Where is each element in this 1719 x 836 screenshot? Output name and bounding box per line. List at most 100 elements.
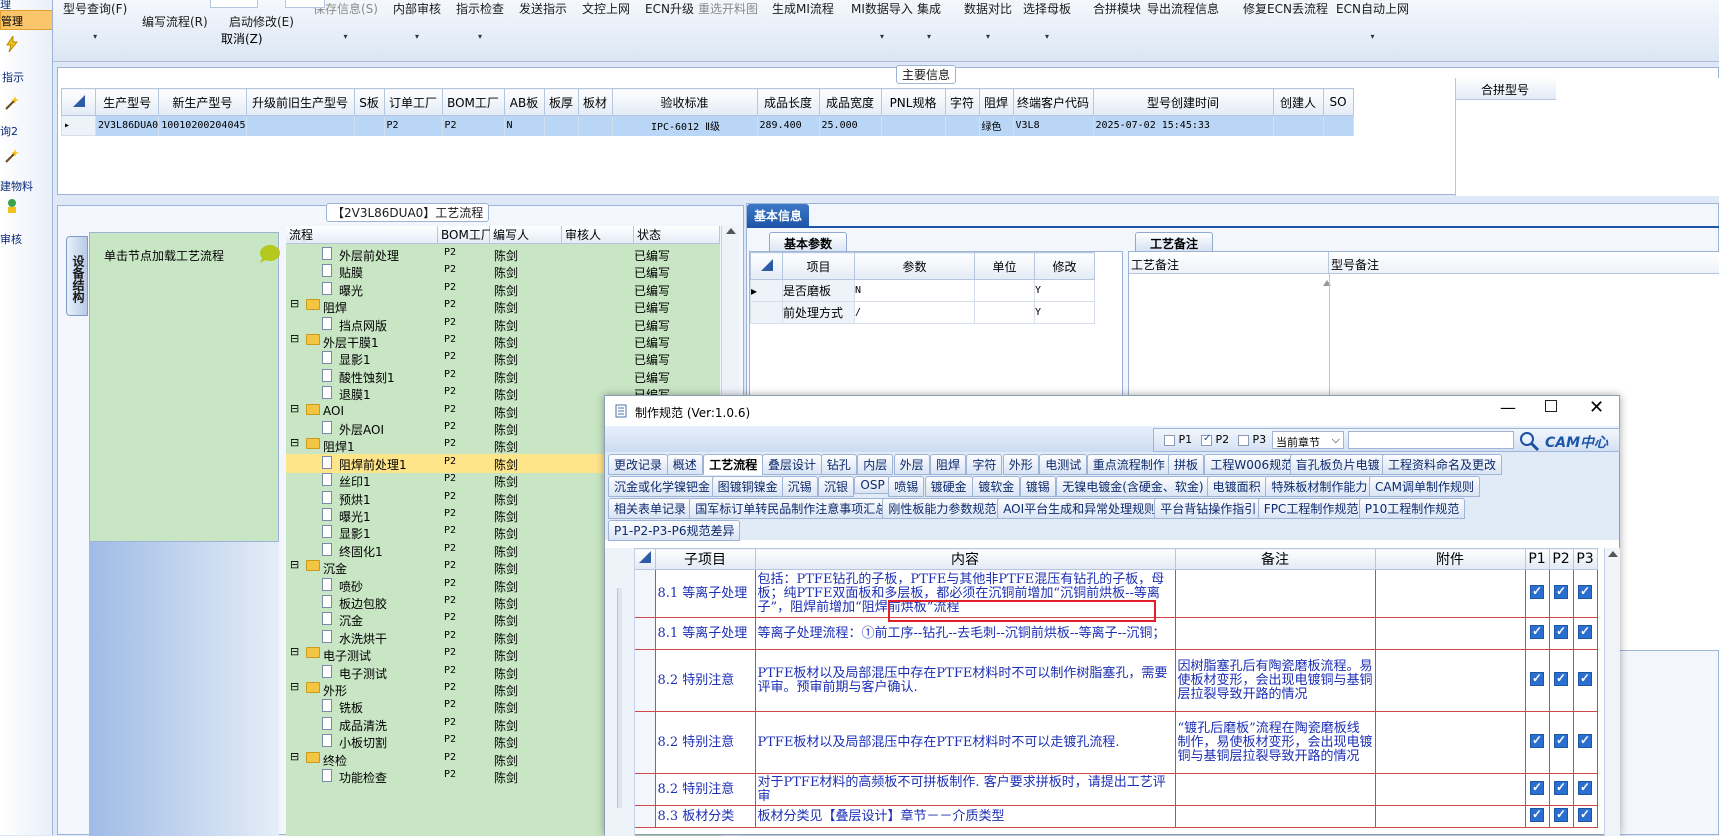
- tree-node[interactable]: ⊟ 外层干膜1 P2 陈剑 已编写: [286, 332, 720, 351]
- spec-row[interactable]: 8.2 特别注意 对于PTFE材料的高频板不可拼板制作. 客户要求拼板时，请提出工…: [635, 773, 1598, 806]
- toolbar-button-9[interactable]: 重选开料图: [698, 0, 758, 17]
- toolbar-button-11[interactable]: MI数据导入 ▾: [851, 0, 913, 41]
- collapse-icon[interactable]: ⊟: [290, 332, 299, 345]
- dropdown-arrow-icon[interactable]: ▾: [851, 32, 913, 41]
- collapse-icon[interactable]: ⊟: [290, 645, 299, 658]
- spec-tab[interactable]: P10工程制作规范: [1358, 498, 1466, 519]
- spec-tab[interactable]: 沉银: [818, 476, 855, 497]
- nav-item-create-material[interactable]: 建物料: [0, 148, 52, 193]
- check-icon[interactable]: [1554, 624, 1568, 639]
- main-cell-2[interactable]: [246, 115, 355, 136]
- check-icon[interactable]: [1578, 584, 1592, 599]
- spec-tab[interactable]: 图镀铜镍金: [711, 476, 784, 497]
- collapse-icon[interactable]: ⊟: [290, 680, 299, 693]
- main-cell-15[interactable]: V3L8: [1013, 115, 1094, 136]
- check-icon[interactable]: [1578, 780, 1592, 795]
- filter-p3[interactable]: P3: [1238, 433, 1266, 446]
- spec-tab[interactable]: 沉金或化学镍钯金: [608, 476, 717, 497]
- main-col-8[interactable]: 板材: [577, 88, 613, 116]
- check-icon[interactable]: [1530, 584, 1544, 599]
- check-icon[interactable]: [1530, 807, 1544, 822]
- spec-row[interactable]: 8.3 板材分类 板材分类见【叠层设计】章节－－介质类型: [635, 805, 1598, 828]
- main-col-7[interactable]: 板厚: [543, 88, 579, 116]
- p1-checkbox[interactable]: [1164, 434, 1175, 446]
- spec-tab[interactable]: P1-P2-P3-P6规范差异: [608, 520, 741, 541]
- main-cell-6[interactable]: N: [504, 115, 545, 136]
- gutter-scroll[interactable]: [617, 588, 622, 808]
- main-col-9[interactable]: 验收标准: [611, 88, 758, 116]
- search-icon[interactable]: [1518, 430, 1540, 452]
- main-cell-17[interactable]: [1273, 115, 1324, 136]
- tree-node[interactable]: ⊟ 阻焊 P2 陈剑 已编写: [286, 297, 720, 316]
- tree-node[interactable]: 贴膜 P2 陈剑 已编写: [286, 262, 720, 281]
- search-input[interactable]: [1348, 431, 1514, 449]
- p2-checkbox[interactable]: [1201, 433, 1212, 446]
- close-icon[interactable]: ✕: [1589, 397, 1604, 418]
- spec-tab[interactable]: AOI平台生成和异常处理规则: [997, 498, 1163, 519]
- main-cell-7[interactable]: [544, 115, 579, 136]
- main-col-3[interactable]: S板: [353, 88, 385, 116]
- check-icon[interactable]: [1554, 733, 1568, 748]
- main-cell-3[interactable]: [354, 115, 385, 136]
- spec-tab[interactable]: 重点流程制作: [1086, 454, 1171, 475]
- spec-tab[interactable]: 字符: [966, 454, 1003, 475]
- spec-tab[interactable]: 拼板: [1168, 454, 1205, 475]
- toolbar-button-8[interactable]: ECN升级: [645, 0, 694, 17]
- check-icon[interactable]: [1578, 671, 1592, 686]
- spec-tab[interactable]: 特殊板材制作能力: [1265, 476, 1374, 497]
- spec-tab[interactable]: 镀软金: [972, 476, 1021, 497]
- nav-item-instruction[interactable]: 指示: [0, 36, 52, 86]
- check-icon[interactable]: [1554, 807, 1568, 822]
- spec-tab[interactable]: 阻焊: [930, 454, 967, 475]
- main-col-14[interactable]: 阻焊: [978, 88, 1014, 116]
- main-col-18[interactable]: SO: [1322, 88, 1354, 116]
- main-col-0[interactable]: 生产型号: [94, 88, 160, 116]
- spec-tab[interactable]: 喷锡: [888, 476, 925, 497]
- spec-tab[interactable]: 工程W006规范: [1204, 454, 1300, 475]
- check-icon[interactable]: [1578, 733, 1592, 748]
- nav-item-query2[interactable]: 询2: [0, 95, 52, 140]
- toolbar-button-17[interactable]: 修复ECN丢流程: [1243, 0, 1328, 17]
- nav-item-audit[interactable]: 审核: [0, 198, 52, 246]
- main-cell-9[interactable]: IPC-6012 Ⅱ级: [612, 115, 758, 136]
- main-col-13[interactable]: 字符: [944, 88, 980, 116]
- main-cell-4[interactable]: P2: [384, 115, 443, 136]
- dropdown-arrow-icon[interactable]: ▾: [1336, 32, 1409, 41]
- spec-cell-attach[interactable]: [1374, 805, 1526, 828]
- dropdown-arrow-icon[interactable]: ▾: [964, 32, 1012, 41]
- toolbar-button-10[interactable]: 生成MI流程: [772, 0, 834, 17]
- spec-cell-attach[interactable]: [1374, 711, 1526, 774]
- spec-tab[interactable]: 相关表单记录: [608, 498, 693, 519]
- nav-item-manage[interactable]: 管理: [0, 10, 52, 30]
- main-col-10[interactable]: 成品长度: [756, 88, 820, 116]
- scroll-up-icon[interactable]: [1607, 551, 1618, 557]
- collapse-icon[interactable]: ⊟: [290, 558, 299, 571]
- collapse-icon[interactable]: ⊟: [290, 436, 299, 449]
- main-col-17[interactable]: 创建人: [1272, 88, 1324, 116]
- main-cell-18[interactable]: [1323, 115, 1354, 136]
- main-cell-14[interactable]: 绿色: [979, 115, 1014, 136]
- check-icon[interactable]: [1530, 733, 1544, 748]
- toolbar-button-6[interactable]: 发送指示: [519, 0, 567, 17]
- spec-tab[interactable]: 平台背钻操作指引: [1154, 498, 1263, 519]
- main-col-5[interactable]: BOM工厂: [441, 88, 505, 116]
- toolbar-button-1[interactable]: 编写流程(R): [142, 0, 208, 30]
- tree-node[interactable]: 挡点网版 P2 陈剑 已编写: [286, 315, 720, 334]
- spec-tab[interactable]: 更改记录: [608, 454, 669, 475]
- spec-tab[interactable]: 外形: [1002, 454, 1039, 475]
- dropdown-arrow-icon[interactable]: ▾: [456, 32, 504, 41]
- p3-checkbox[interactable]: [1238, 434, 1249, 446]
- check-icon[interactable]: [1554, 671, 1568, 686]
- toolbar-button-15[interactable]: 合拼模块: [1093, 0, 1141, 17]
- device-structure-tab[interactable]: 设备结构: [66, 236, 88, 316]
- toolbar-button-14[interactable]: 选择母板 ▾: [1023, 0, 1071, 41]
- spec-tab[interactable]: 刚性板能力参数规范: [882, 498, 1003, 519]
- check-icon[interactable]: [1554, 780, 1568, 795]
- minimize-icon[interactable]: —: [1500, 398, 1516, 417]
- main-cell-8[interactable]: [578, 115, 613, 136]
- spec-tab[interactable]: 无镍电镀金(含硬金、软金): [1056, 476, 1210, 497]
- param-row[interactable]: 前处理方式 / Y: [750, 301, 1095, 324]
- spec-tab[interactable]: 工艺流程: [703, 454, 764, 475]
- main-cell-10[interactable]: 289.400: [757, 115, 820, 136]
- dropdown-arrow-icon[interactable]: ▾: [63, 32, 127, 41]
